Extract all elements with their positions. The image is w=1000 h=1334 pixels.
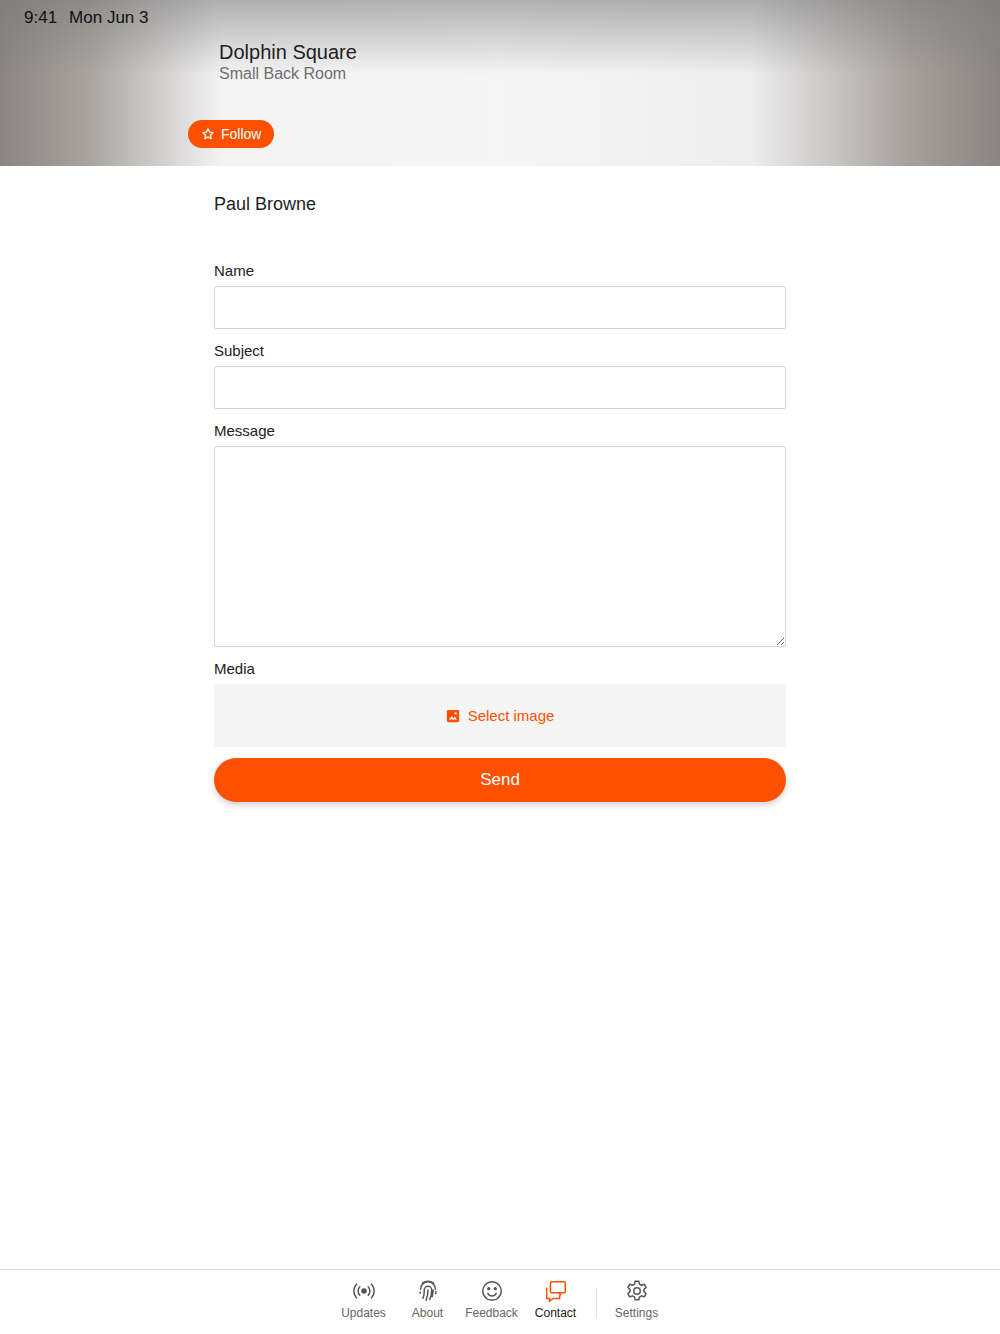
tab-item[interactable]: Settings bbox=[605, 1270, 669, 1320]
field-label: Name bbox=[214, 262, 786, 280]
select-image-button[interactable]: Select image bbox=[214, 684, 786, 747]
form-field: Subject bbox=[214, 342, 786, 409]
media-label: Media bbox=[214, 660, 786, 678]
tab-label: About bbox=[412, 1306, 443, 1320]
message-textarea[interactable] bbox=[214, 446, 786, 647]
header-subtitle: Small Back Room bbox=[219, 64, 357, 84]
field-label: Message bbox=[214, 422, 786, 440]
status-time: 9:41 bbox=[24, 8, 57, 28]
header-titles: Dolphin SquareSmall Back Room bbox=[219, 40, 357, 84]
tab-item[interactable]: Contact bbox=[524, 1270, 588, 1320]
field-label: Subject bbox=[214, 342, 786, 360]
form-field: Message bbox=[214, 422, 786, 647]
tab-item[interactable]: Feedback bbox=[460, 1270, 524, 1320]
media-field: Media Select image bbox=[214, 660, 786, 747]
tab-label: Settings bbox=[615, 1306, 658, 1320]
tab-label: Feedback bbox=[465, 1306, 518, 1320]
text-input[interactable] bbox=[214, 366, 786, 409]
header-title: Dolphin Square bbox=[219, 40, 357, 64]
status-date: Mon Jun 3 bbox=[69, 8, 148, 28]
tab-item[interactable]: Updates bbox=[332, 1270, 396, 1320]
status-bar: 9:41 Mon Jun 3 bbox=[24, 8, 148, 28]
tab-label: Updates bbox=[341, 1306, 386, 1320]
contact-form: Paul Browne Name Subject Message Media Select… bbox=[214, 166, 786, 802]
broadcast-icon bbox=[351, 1278, 377, 1304]
image-icon bbox=[446, 709, 460, 723]
chat-icon bbox=[543, 1278, 569, 1304]
smiley-icon bbox=[479, 1278, 505, 1304]
form-field: Name bbox=[214, 262, 786, 329]
recipient-name: Paul Browne bbox=[214, 192, 786, 216]
tab-bar: Updates About Feedback Contact Settings bbox=[0, 1269, 1000, 1334]
follow-button[interactable]: Follow bbox=[188, 120, 274, 148]
tab-item[interactable]: About bbox=[396, 1270, 460, 1320]
text-input[interactable] bbox=[214, 286, 786, 329]
gear-icon bbox=[624, 1278, 650, 1304]
contact-page: 9:41 Mon Jun 3 Dolphin SquareSmall Back Ro… bbox=[0, 0, 1000, 1334]
star-icon bbox=[201, 127, 215, 141]
send-button[interactable]: Send bbox=[214, 758, 786, 802]
tab-label: Contact bbox=[535, 1306, 576, 1320]
tab-separator bbox=[596, 1288, 597, 1318]
header-banner: 9:41 Mon Jun 3 Dolphin SquareSmall Back Ro… bbox=[0, 0, 1000, 166]
fingerprint-icon bbox=[415, 1278, 441, 1304]
